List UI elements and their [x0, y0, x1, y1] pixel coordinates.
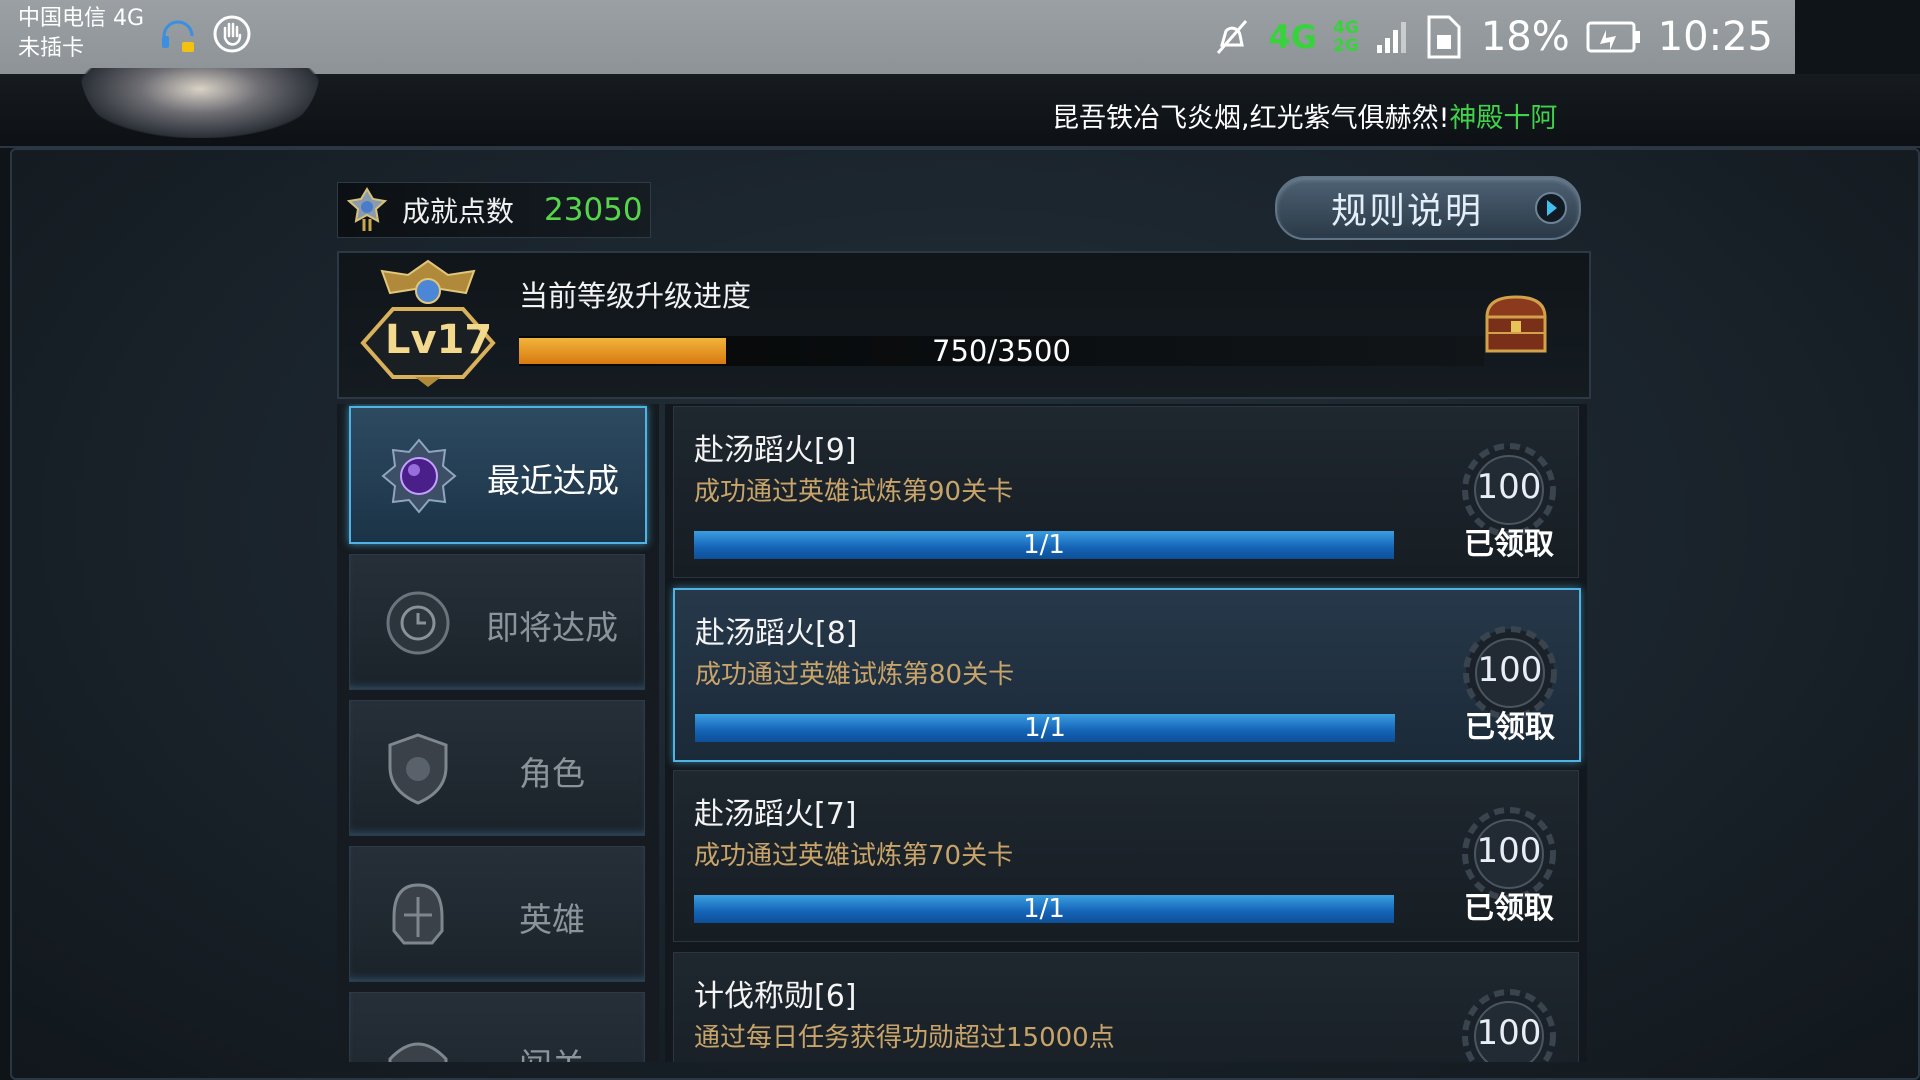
achievement-title: 赴汤蹈火[7] [694, 797, 857, 832]
level-progress-text: 750/3500 [932, 334, 1071, 368]
clock: 10:25 [1657, 14, 1773, 60]
achievement-points-label: 成就点数 [402, 195, 515, 228]
carrier-name: 中国电信 4G [18, 6, 145, 31]
list-item[interactable]: 计伐称勋[6] 通过每日任务获得功勋超过15000点 100 [673, 952, 1579, 1062]
reward-status[interactable]: 已领取 [1445, 702, 1575, 746]
reward-points: 100 [1477, 650, 1543, 690]
achievement-progress-text: 1/1 [1023, 894, 1065, 924]
achievement-title: 赴汤蹈火[9] [694, 433, 857, 468]
achievement-progress-text: 1/1 [1023, 530, 1065, 560]
network-bottom: 2G [1333, 36, 1359, 56]
rules-button[interactable]: 规则说明 [1275, 176, 1581, 240]
reward-status[interactable]: 已领取 [1444, 883, 1574, 927]
achievement-description: 成功通过英雄试炼第90关卡 [694, 477, 1014, 507]
reward-points: 100 [1476, 831, 1542, 871]
achievement-title: 赴汤蹈火[8] [695, 616, 858, 651]
clock-emblem-icon [386, 591, 450, 655]
achievement-progress-text: 1/1 [1024, 713, 1066, 743]
sidebar-item-label: 最近达成 [487, 461, 619, 500]
level-progress-title: 当前等级升级进度 [519, 279, 752, 313]
achievement-points-bar: 成就点数 23050 [337, 182, 651, 238]
recent-orb-icon [381, 438, 457, 514]
hand-gesture-icon [213, 15, 251, 53]
treasure-chest-icon[interactable] [1481, 293, 1551, 357]
level-progress-box: Lv17 当前等级升级进度 750/3500 [337, 251, 1591, 399]
headset-notification-icon [162, 20, 194, 52]
sidebar-item-stage[interactable]: 闯关 [349, 992, 645, 1062]
top-strip: 昆吾铁冶飞炎烟,红光紫气俱赫然!神殿十阿 [0, 68, 1920, 148]
achievement-description: 成功通过英雄试炼第80关卡 [695, 660, 1015, 690]
reward-points: 100 [1476, 1013, 1542, 1053]
marquee-text: 昆吾铁冶飞炎烟,红光紫气俱赫然! [1052, 103, 1450, 134]
network-dual: 4G 2G [1333, 19, 1359, 55]
sidebar-item-upcoming[interactable]: 即将达成 [349, 554, 645, 690]
status-right: 4G 4G 2G 18% 10:25 [1212, 0, 1795, 74]
list-item[interactable]: 赴汤蹈火[8] 成功通过英雄试炼第80关卡 1/1 100 已领取 [673, 588, 1581, 762]
battery-icon [1586, 21, 1640, 53]
network-type: 4G [1268, 18, 1318, 56]
gate-emblem-icon [388, 1042, 448, 1062]
category-sidebar: 最近达成 即将达成 角色 英雄 闯关 [337, 404, 659, 1062]
achievement-list[interactable]: 赴汤蹈火[9] 成功通过英雄试炼第90关卡 1/1 100 已领取 赴汤蹈火[8… [665, 404, 1587, 1062]
play-arrow-icon [1535, 192, 1567, 224]
trophy-emblem-icon [346, 187, 388, 231]
reward-status[interactable]: 已领取 [1444, 519, 1574, 563]
status-bar: 中国电信 4G 未插卡 4G 4G 2G 18% 10:25 [0, 0, 1795, 74]
sidebar-item-label: 即将达成 [486, 608, 618, 647]
rules-button-label: 规则说明 [1331, 191, 1484, 232]
achievement-progress-bar: 1/1 [694, 531, 1394, 559]
announcement-marquee: 昆吾铁冶飞炎烟,红光紫气俱赫然!神殿十阿 [1052, 96, 1557, 135]
achievement-progress-bar: 1/1 [695, 714, 1395, 742]
reward-points: 100 [1476, 467, 1542, 507]
shield-emblem-icon [388, 733, 448, 805]
mute-icon [1217, 20, 1248, 54]
carrier-info: 中国电信 4G 未插卡 [18, 4, 144, 64]
sidebar-item-label: 角色 [519, 754, 585, 793]
achievement-title: 计伐称勋[6] [694, 979, 857, 1014]
achievement-progress-bar: 1/1 [694, 895, 1394, 923]
sidebar-item-recent[interactable]: 最近达成 [349, 406, 647, 544]
helmet-emblem-icon [392, 883, 444, 945]
sim-card-icon [1427, 15, 1461, 59]
marquee-highlight: 神殿十阿 [1449, 103, 1558, 134]
level-badge: Lv17 [385, 317, 493, 363]
character-portrait[interactable] [80, 68, 320, 138]
sidebar-item-hero[interactable]: 英雄 [349, 846, 645, 982]
battery-percent: 18% [1480, 14, 1570, 60]
sim-status: 未插卡 [18, 36, 85, 61]
sidebar-item-role[interactable]: 角色 [349, 700, 645, 836]
list-item[interactable]: 赴汤蹈火[7] 成功通过英雄试炼第70关卡 1/1 100 已领取 [673, 770, 1579, 942]
network-top: 4G [1333, 18, 1359, 38]
signal-icon [1376, 22, 1406, 53]
achievement-description: 通过每日任务获得功勋超过15000点 [694, 1023, 1115, 1053]
level-progress-bar: 750/3500 [519, 336, 1484, 366]
achievement-points-value: 23050 [544, 192, 643, 228]
achievement-description: 成功通过英雄试炼第70关卡 [694, 841, 1014, 871]
sidebar-item-label: 英雄 [519, 900, 585, 939]
list-item[interactable]: 赴汤蹈火[9] 成功通过英雄试炼第90关卡 1/1 100 已领取 [673, 406, 1579, 578]
sidebar-item-label: 闯关 [470, 1039, 634, 1062]
